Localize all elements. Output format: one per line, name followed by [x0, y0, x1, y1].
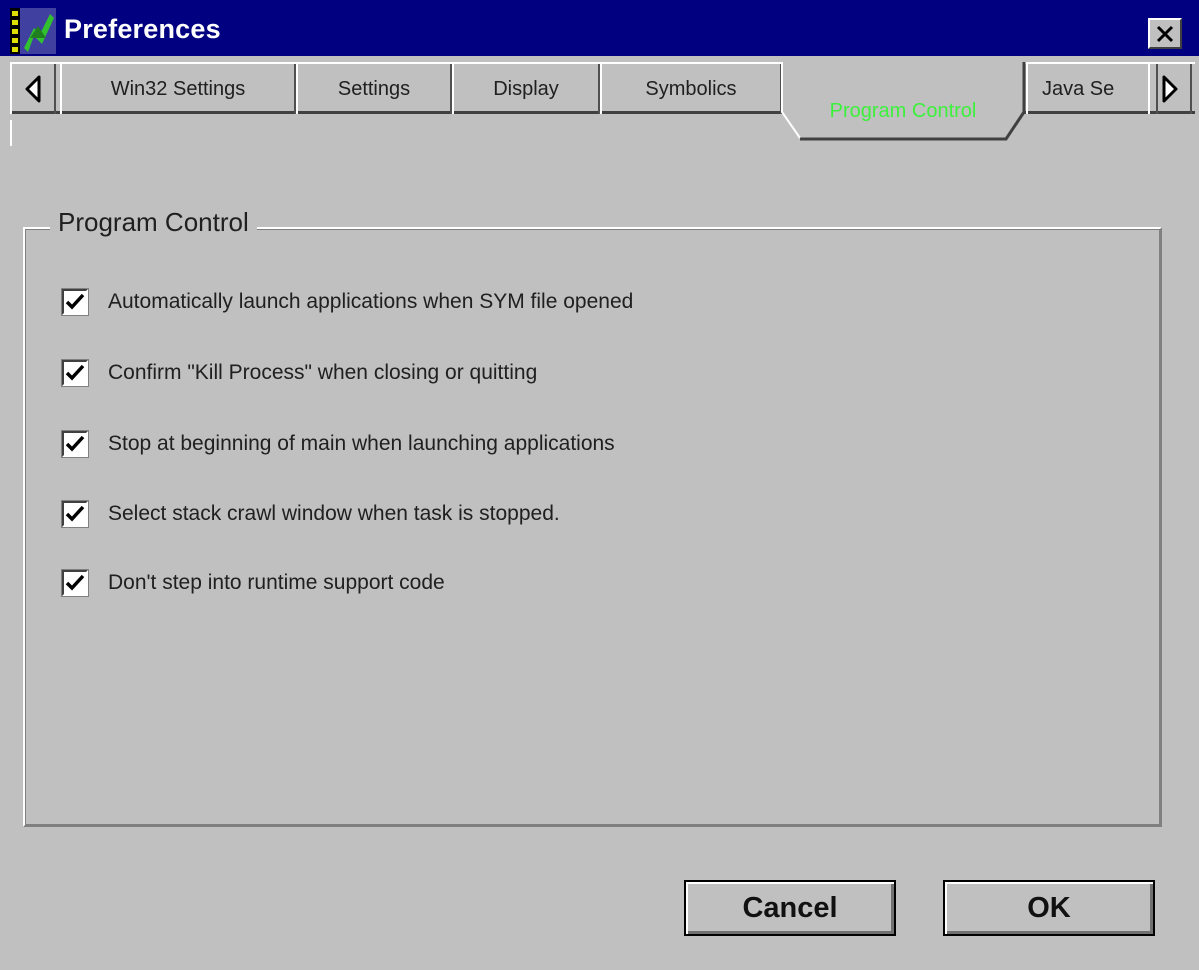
checkmark-icon — [65, 574, 85, 591]
tab-scroll-right-button[interactable] — [1148, 64, 1192, 114]
confirm-kill-label[interactable]: Confirm "Kill Process" when closing or q… — [108, 361, 537, 385]
panel-edge — [10, 120, 12, 146]
close-icon — [1156, 25, 1174, 42]
arrow-left-icon — [25, 75, 41, 103]
window-title: Preferences — [64, 14, 221, 44]
checkmark-icon — [65, 435, 85, 452]
confirm-kill-checkbox[interactable] — [61, 359, 89, 387]
title-bar[interactable]: Preferences — [0, 0, 1199, 56]
select-stack-crawl-label[interactable]: Select stack crawl window when task is s… — [108, 502, 560, 526]
option-no-step-runtime[interactable]: Don't step into runtime support code — [61, 568, 445, 598]
checkmark-icon — [65, 364, 85, 381]
no-step-runtime-checkbox[interactable] — [61, 569, 89, 597]
tab-scroll-left-button[interactable] — [10, 64, 56, 114]
option-confirm-kill[interactable]: Confirm "Kill Process" when closing or q… — [61, 358, 537, 388]
tab-strip: Win32 Settings Settings Display Symbolic… — [10, 62, 1195, 146]
close-button[interactable] — [1148, 18, 1182, 49]
option-select-stack-crawl[interactable]: Select stack crawl window when task is s… — [61, 499, 560, 529]
tab-settings[interactable]: Settings — [296, 64, 452, 114]
app-icon — [10, 8, 56, 54]
preferences-window: Preferences Win32 Settings Settings Disp… — [0, 0, 1199, 970]
tab-win32-settings[interactable]: Win32 Settings — [60, 64, 296, 114]
ok-button[interactable]: OK — [943, 880, 1155, 936]
option-auto-launch[interactable]: Automatically launch applications when S… — [61, 287, 633, 317]
stop-at-main-checkbox[interactable] — [61, 430, 89, 458]
tab-program-control-label: Program Control — [829, 100, 977, 122]
option-stop-at-main[interactable]: Stop at beginning of main when launching… — [61, 429, 615, 459]
no-step-runtime-label[interactable]: Don't step into runtime support code — [108, 571, 445, 595]
auto-launch-checkbox[interactable] — [61, 288, 89, 316]
cancel-button[interactable]: Cancel — [684, 880, 896, 936]
tab-program-control[interactable]: Program Control — [780, 62, 1026, 144]
auto-launch-label[interactable]: Automatically launch applications when S… — [108, 290, 633, 314]
tab-symbolics[interactable]: Symbolics — [600, 64, 782, 114]
group-title: Program Control — [50, 207, 257, 238]
tab-java-settings[interactable]: Java Se — [1026, 64, 1158, 114]
checkmark-icon — [65, 293, 85, 310]
checkmark-icon — [65, 505, 85, 522]
select-stack-crawl-checkbox[interactable] — [61, 500, 89, 528]
arrow-right-icon — [1162, 75, 1178, 103]
stop-at-main-label[interactable]: Stop at beginning of main when launching… — [108, 432, 615, 456]
tab-display[interactable]: Display — [452, 64, 600, 114]
